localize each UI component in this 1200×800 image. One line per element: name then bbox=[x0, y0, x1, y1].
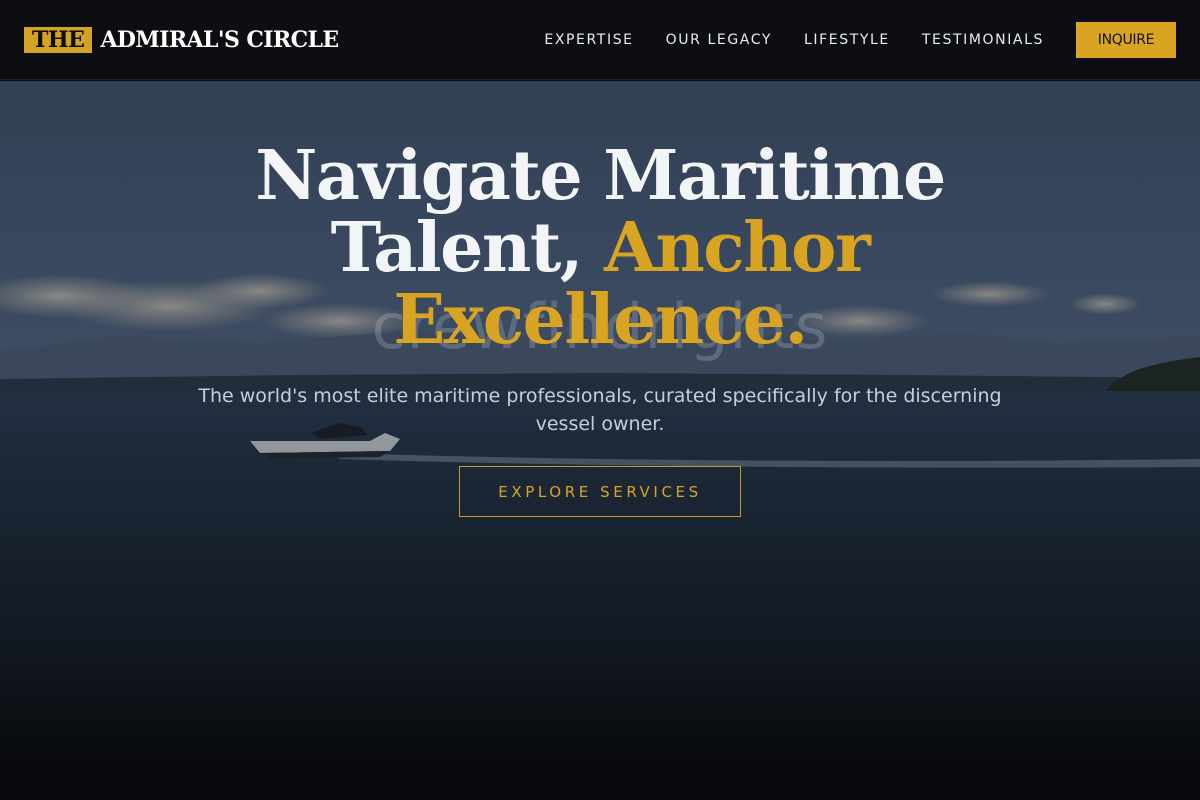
inquire-button[interactable]: INQUIRE bbox=[1076, 21, 1176, 58]
site-header: THE ADMIRAL'S CIRCLE EXPERTISE OUR LEGAC… bbox=[0, 0, 1200, 80]
hero-subtext: The world's most elite maritime professi… bbox=[198, 385, 1002, 435]
nav-link-testimonials[interactable]: TESTIMONIALS bbox=[922, 32, 1044, 48]
brand-badge: THE bbox=[24, 26, 93, 53]
brand-name: ADMIRAL'S CIRCLE bbox=[100, 26, 339, 53]
main-nav: EXPERTISE OUR LEGACY LIFESTYLE TESTIMONI… bbox=[544, 21, 1176, 58]
nav-link-our-legacy[interactable]: OUR LEGACY bbox=[666, 32, 772, 48]
nav-link-expertise[interactable]: EXPERTISE bbox=[544, 32, 633, 48]
brand-logo[interactable]: THE ADMIRAL'S CIRCLE bbox=[24, 26, 339, 53]
hero-content: Navigate Maritime Talent, Anchor Excelle… bbox=[0, 140, 1200, 517]
headline-line-1: Navigate Maritime bbox=[255, 136, 946, 216]
headline-accent-excellence: Excellence. bbox=[393, 280, 808, 360]
explore-services-button[interactable]: EXPLORE SERVICES bbox=[459, 466, 741, 517]
headline-line-2: Talent, bbox=[330, 208, 584, 288]
headline-accent-anchor: Anchor bbox=[604, 208, 871, 288]
hero-headline: Navigate Maritime Talent, Anchor Excelle… bbox=[0, 140, 1200, 356]
page: THE ADMIRAL'S CIRCLE EXPERTISE OUR LEGAC… bbox=[0, 0, 1200, 800]
nav-link-lifestyle[interactable]: LIFESTYLE bbox=[804, 32, 890, 48]
